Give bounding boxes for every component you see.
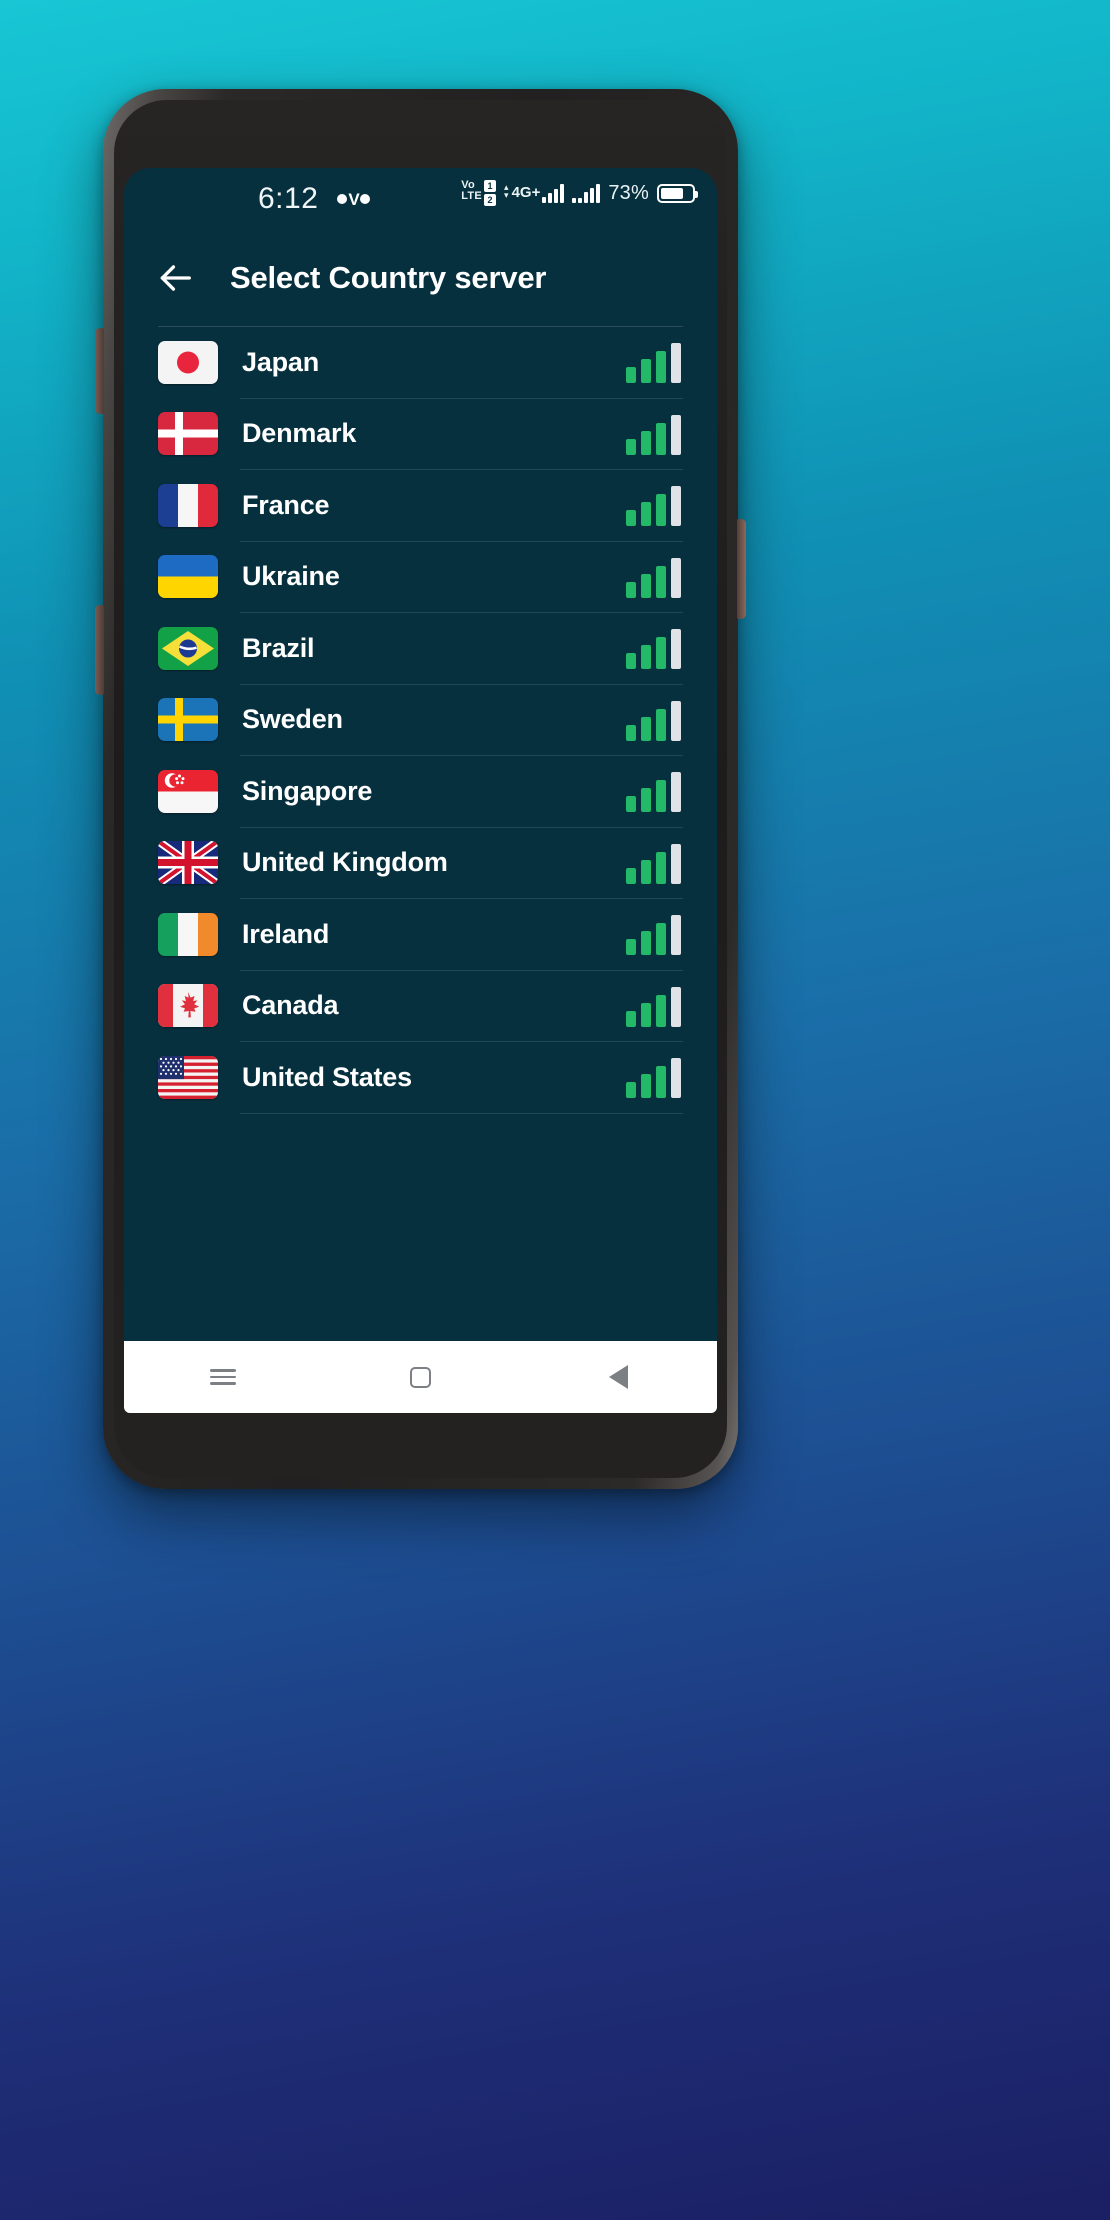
status-bar: 6:12 V Vo LTE 1 2 ▴ ▾ 4G+ 73%: [124, 168, 717, 230]
flag-icon-fr: [158, 483, 218, 527]
flag-icon-ua: [158, 555, 218, 599]
server-row-sg[interactable]: Singapore: [158, 756, 683, 827]
server-name-label: Canada: [242, 990, 339, 1021]
back-triangle-icon[interactable]: [600, 1359, 636, 1395]
volume-up-button[interactable]: [95, 328, 104, 414]
country-server-list[interactable]: Japan Denmark France Ukraine Brazil Sweden Sin…: [124, 327, 717, 1114]
server-name-label: United States: [242, 1061, 412, 1092]
server-row-dk[interactable]: Denmark: [158, 399, 683, 470]
server-row-jp[interactable]: Japan: [158, 327, 683, 398]
server-row-se[interactable]: Sweden: [158, 685, 683, 756]
signal-strength-icon: [626, 413, 683, 455]
android-navigation-bar: [124, 1341, 717, 1413]
network-type-label: 4G+: [511, 184, 541, 201]
volte-icon: Vo LTE 1 2: [461, 179, 497, 206]
server-name-label: Ukraine: [242, 561, 340, 592]
server-name-label: Brazil: [242, 632, 315, 663]
signal-strength-icon: [626, 770, 683, 813]
sim1-badge: 1: [484, 180, 497, 192]
battery-icon: [657, 183, 698, 203]
server-name-label: United Kingdom: [242, 847, 448, 878]
server-row-ie[interactable]: Ireland: [158, 899, 683, 970]
menu-icon[interactable]: [205, 1359, 241, 1395]
battery-fill: [661, 187, 683, 199]
flag-icon-sg: [158, 769, 218, 813]
signal-strength-icon: [626, 1056, 683, 1099]
mobile-data-icon: ▴ ▾ 4G+: [504, 182, 565, 203]
signal-strength-icon: [626, 484, 683, 527]
signal-strength-icon: [626, 842, 683, 884]
server-row-fr[interactable]: France: [158, 470, 683, 541]
volume-down-button[interactable]: [95, 605, 104, 695]
row-divider: [240, 1112, 683, 1114]
flag-icon-ca: [158, 984, 218, 1028]
signal-strength-icon: [626, 627, 683, 670]
server-name-label: Sweden: [242, 704, 343, 735]
flag-icon-jp: [158, 340, 218, 384]
server-row-us[interactable]: United States: [158, 1042, 683, 1113]
flag-icon-us: [158, 1055, 218, 1099]
page-title: Select Country server: [230, 260, 547, 295]
flag-icon-se: [158, 698, 218, 742]
signal-strength-icon: [626, 556, 683, 598]
oyo-notification-icon[interactable]: V: [337, 191, 370, 208]
data-transfer-icon: ▴ ▾: [504, 182, 509, 200]
server-name-label: Denmark: [242, 418, 357, 449]
arrow-left-icon[interactable]: [156, 259, 194, 297]
power-button[interactable]: [737, 519, 746, 619]
status-bar-clock: 6:12: [258, 182, 319, 215]
signal-strength-icon: [626, 341, 683, 384]
flag-icon-ie: [158, 912, 218, 956]
battery-percent-label: 73%: [608, 181, 649, 204]
server-name-label: France: [242, 489, 330, 520]
signal-strength-sim2-icon: [572, 183, 601, 203]
home-square-icon[interactable]: [402, 1359, 438, 1395]
server-name-label: Ireland: [242, 918, 330, 949]
signal-strength-icon: [626, 913, 683, 956]
server-row-br[interactable]: Brazil: [158, 613, 683, 684]
server-name-label: Japan: [242, 346, 320, 377]
app-bar: Select Country server: [124, 230, 717, 326]
phone-screen: 6:12 V Vo LTE 1 2 ▴ ▾ 4G+ 73% Select Cou…: [124, 168, 717, 1413]
server-row-gb[interactable]: United Kingdom: [158, 828, 683, 899]
signal-strength-icon: [626, 699, 683, 741]
sim2-badge: 2: [484, 194, 497, 206]
flag-icon-dk: [158, 412, 218, 456]
server-name-label: Singapore: [242, 775, 373, 806]
signal-strength-sim1-icon: [542, 184, 565, 203]
flag-icon-gb: [158, 841, 218, 885]
flag-icon-br: [158, 626, 218, 670]
signal-strength-icon: [626, 985, 683, 1027]
server-row-ca[interactable]: Canada: [158, 971, 683, 1042]
server-row-ua[interactable]: Ukraine: [158, 542, 683, 613]
volte-label: Vo LTE: [461, 179, 483, 202]
